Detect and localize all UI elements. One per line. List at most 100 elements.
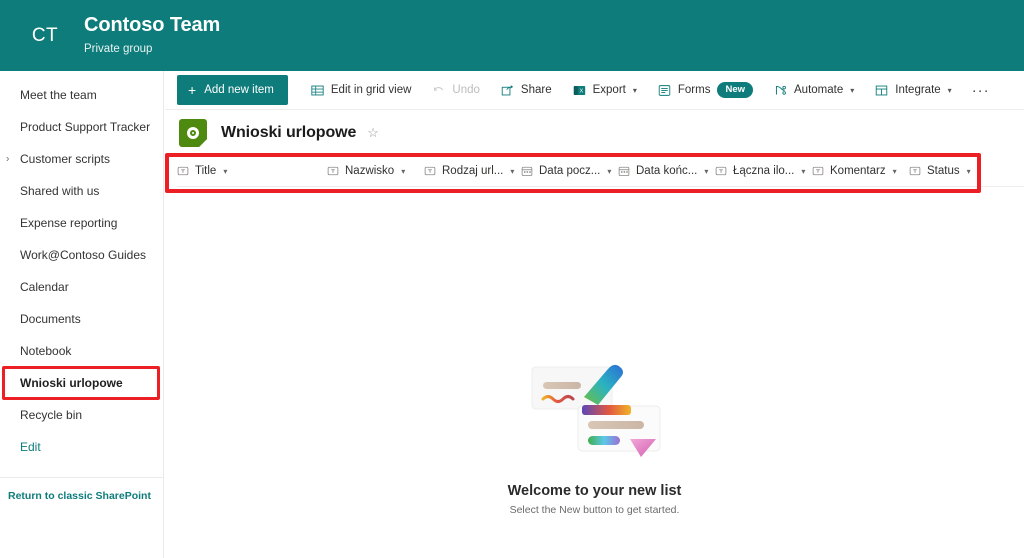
text-field-icon	[812, 165, 824, 177]
sidebar-item-product-support-tracker[interactable]: Product Support Tracker	[0, 111, 163, 143]
sidebar-item-label: Shared with us	[20, 184, 100, 198]
left-navigation: Meet the team Product Support Tracker › Cus…	[0, 71, 164, 558]
column-header-label: Data pocz...	[539, 165, 601, 177]
export-button[interactable]: X Export ▾	[564, 76, 646, 104]
site-header: CT Contoso Team Private group	[0, 0, 1024, 71]
return-to-classic-sharepoint-link[interactable]: Return to classic SharePoint	[0, 478, 163, 502]
sidebar-item-calendar[interactable]: Calendar	[0, 271, 163, 303]
forms-button[interactable]: Forms New	[649, 76, 762, 104]
list-title-row: Wnioski urlopowe ☆	[165, 110, 1024, 156]
column-header-label: Status	[927, 165, 960, 177]
sidebar-item-label: Calendar	[20, 280, 69, 294]
column-header-data-pocz[interactable]: Data pocz... ▾	[521, 165, 618, 177]
column-header-czna-ilo[interactable]: Łączna ilo... ▾	[715, 165, 812, 177]
sidebar-item-label: Recycle bin	[20, 408, 83, 422]
sidebar-item-label: Notebook	[20, 344, 72, 358]
chevron-down-icon[interactable]: ▾	[607, 167, 611, 176]
site-avatar: CT	[22, 13, 68, 59]
column-header-label: Data końc...	[636, 165, 698, 177]
chevron-down-icon: ▾	[947, 85, 952, 95]
command-bar: + Add new item Edit in grid view Undo Sh…	[165, 71, 1024, 110]
export-excel-icon: X	[573, 84, 586, 97]
integrate-button[interactable]: Integrate ▾	[866, 76, 960, 104]
undo-button[interactable]: Undo	[423, 76, 489, 104]
chevron-down-icon: ▾	[850, 85, 855, 95]
main-content: + Add new item Edit in grid view Undo Sh…	[165, 71, 1024, 558]
automate-flow-icon	[774, 84, 787, 97]
column-header-komentarz[interactable]: Komentarz ▾	[812, 165, 909, 177]
chevron-right-icon[interactable]: ›	[6, 154, 9, 165]
forms-label: Forms	[677, 84, 711, 96]
chevron-down-icon[interactable]: ▾	[401, 167, 405, 176]
sidebar-item-label: Work@Contoso Guides	[20, 248, 147, 262]
calendar-icon	[618, 165, 630, 177]
chevron-down-icon[interactable]: ▾	[223, 167, 227, 176]
chevron-down-icon[interactable]: ▾	[893, 167, 897, 176]
sidebar-item-label: Documents	[20, 312, 81, 326]
sidebar-item-customer-scripts[interactable]: › Customer scripts	[0, 143, 163, 175]
empty-state-title: Welcome to your new list	[507, 483, 682, 499]
integrate-icon	[875, 84, 888, 97]
sidebar-item-edit[interactable]: Edit	[0, 431, 163, 463]
empty-state-illustration	[510, 349, 680, 461]
empty-state-subtitle: Select the New button to get started.	[509, 504, 680, 516]
grid-icon	[311, 84, 324, 97]
automate-label: Automate	[794, 84, 844, 96]
edit-in-grid-view-button[interactable]: Edit in grid view	[302, 76, 421, 104]
sidebar-item-notebook[interactable]: Notebook	[0, 335, 163, 367]
add-new-item-button[interactable]: + Add new item	[177, 75, 288, 105]
list-column-header-row: Title ▾ Nazwisko ▾ Rodzaj url... ▾ Data pocz..…	[177, 156, 1024, 187]
sidebar-item-documents[interactable]: Documents	[0, 303, 163, 335]
svg-text:X: X	[579, 88, 583, 94]
site-title[interactable]: Contoso Team	[84, 13, 220, 37]
undo-icon	[432, 84, 445, 97]
text-field-icon	[177, 165, 189, 177]
column-header-nazwisko[interactable]: Nazwisko ▾	[327, 165, 424, 177]
add-new-item-label: Add new item	[204, 84, 274, 96]
column-header-status[interactable]: Status ▾	[909, 165, 1006, 177]
page-title: Wnioski urlopowe	[221, 124, 357, 141]
text-field-icon	[715, 165, 727, 177]
more-options-button[interactable]: ···	[964, 76, 998, 104]
favorite-star-icon[interactable]: ☆	[367, 125, 379, 141]
column-header-label: Komentarz	[830, 165, 886, 177]
chevron-down-icon[interactable]: ▾	[704, 167, 708, 176]
chevron-down-icon[interactable]: ▾	[510, 167, 514, 176]
chevron-down-icon[interactable]: ▾	[967, 167, 971, 176]
sidebar-item-label: Expense reporting	[20, 216, 118, 230]
chevron-down-icon[interactable]: ▾	[801, 167, 805, 176]
automate-button[interactable]: Automate ▾	[765, 76, 863, 104]
column-header-label: Rodzaj url...	[442, 165, 504, 177]
site-title-block: Contoso Team Private group	[84, 13, 220, 58]
sidebar-item-label: Edit	[20, 440, 41, 454]
site-subtitle: Private group	[84, 43, 153, 55]
nav-list: Meet the team Product Support Tracker › Cus…	[0, 71, 163, 463]
sidebar-item-meet-the-team[interactable]: Meet the team	[0, 79, 163, 111]
sidebar-item-shared-with-us[interactable]: Shared with us	[0, 175, 163, 207]
forms-new-badge: New	[717, 82, 754, 98]
forms-icon	[658, 84, 671, 97]
sidebar-item-recycle-bin[interactable]: Recycle bin	[0, 399, 163, 431]
integrate-label: Integrate	[895, 84, 941, 96]
calendar-icon	[521, 165, 533, 177]
column-header-rodzaj-url[interactable]: Rodzaj url... ▾	[424, 165, 521, 177]
column-header-data-ko-c[interactable]: Data końc... ▾	[618, 165, 715, 177]
text-field-icon	[909, 165, 921, 177]
sidebar-item-work-contoso-guides[interactable]: Work@Contoso Guides	[0, 239, 163, 271]
column-header-title[interactable]: Title ▾	[177, 165, 327, 177]
list-icon-ring	[187, 127, 199, 139]
undo-label: Undo	[452, 84, 480, 96]
sidebar-item-wnioski-urlopowe[interactable]: Wnioski urlopowe	[0, 367, 163, 399]
sidebar-item-expense-reporting[interactable]: Expense reporting	[0, 207, 163, 239]
share-label: Share	[520, 84, 552, 96]
empty-state: Welcome to your new list Select the New …	[165, 349, 1024, 516]
text-field-icon	[327, 165, 339, 177]
site-avatar-initials: CT	[31, 24, 59, 46]
edit-in-grid-view-label: Edit in grid view	[330, 84, 412, 96]
export-label: Export	[592, 84, 626, 96]
chevron-down-icon: ▾	[632, 85, 637, 95]
column-header-label: Łączna ilo...	[733, 165, 795, 177]
sidebar-item-label: Product Support Tracker	[20, 120, 151, 134]
list-header-wrapper: Title ▾ Nazwisko ▾ Rodzaj url... ▾ Data pocz..…	[165, 153, 1024, 193]
share-button[interactable]: Share	[492, 76, 561, 104]
